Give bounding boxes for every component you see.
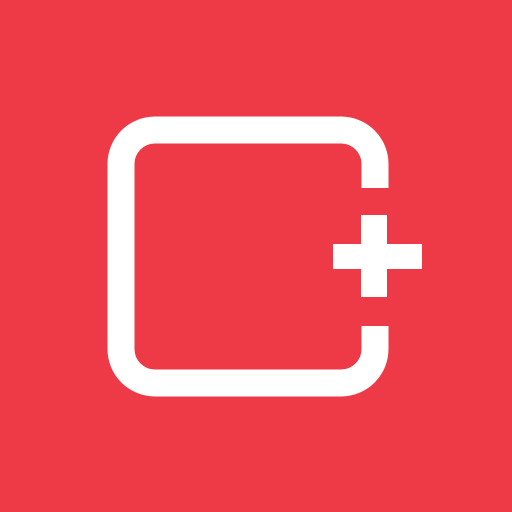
app-icon bbox=[0, 0, 512, 512]
plus-horizontal-bar bbox=[333, 244, 422, 269]
add-frame-icon bbox=[0, 0, 512, 512]
icon-background bbox=[0, 0, 512, 512]
